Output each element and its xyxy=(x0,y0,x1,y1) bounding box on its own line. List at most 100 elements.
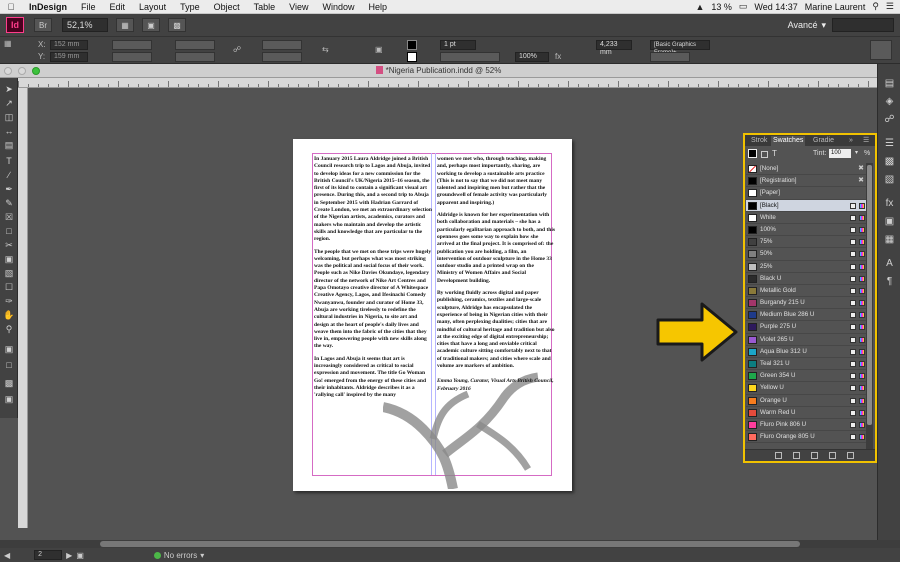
menu-window[interactable]: Window xyxy=(315,2,361,12)
swatch-row[interactable]: Teal 321 U xyxy=(746,358,866,371)
next-page-icon[interactable]: ▶ xyxy=(66,551,72,560)
delete-swatch-icon[interactable] xyxy=(847,452,854,459)
height-field[interactable] xyxy=(112,52,152,62)
swatch-row[interactable]: Metallic Gold xyxy=(746,285,866,298)
swatch-row[interactable]: 25% xyxy=(746,261,866,273)
scale-x-field[interactable] xyxy=(175,40,215,50)
menu-edit[interactable]: Edit xyxy=(103,2,133,12)
apple-menu-icon[interactable]:  xyxy=(0,2,22,12)
content-collector-icon[interactable]: ▤ xyxy=(3,140,15,150)
clock[interactable]: Wed 14:37 xyxy=(754,2,797,12)
object-style-dropdown[interactable]: [Basic Graphics Frame]+ xyxy=(650,40,710,56)
opacity-field[interactable]: 100% xyxy=(515,52,549,62)
zoom-tool-icon[interactable]: ⚲ xyxy=(3,324,15,334)
arrange-documents-button[interactable]: ▩ xyxy=(168,18,186,32)
object-styles-panel-icon[interactable]: ▦ xyxy=(883,234,896,246)
collapse-panel-icon[interactable]: » xyxy=(847,136,855,146)
battery-percent[interactable]: 13 % xyxy=(711,2,732,12)
bridge-icon[interactable]: Br xyxy=(34,18,52,32)
tab-gradient[interactable]: Gradie xyxy=(811,136,836,146)
vertical-ruler[interactable] xyxy=(18,88,28,528)
swatch-row[interactable]: Burgandy 215 U xyxy=(746,297,866,310)
fitting-options[interactable] xyxy=(650,52,690,62)
menu-type[interactable]: Type xyxy=(173,2,207,12)
show-all-swatches-icon[interactable] xyxy=(775,452,782,459)
open-page-icon[interactable]: ▣ xyxy=(76,551,84,560)
battery-icon[interactable]: ▭ xyxy=(739,1,748,12)
dimension-field[interactable]: 4,233 mm xyxy=(596,40,632,56)
user-name[interactable]: Marine Laurent xyxy=(805,2,866,12)
screen-mode-icon[interactable]: ▩ xyxy=(3,378,15,388)
direct-selection-tool-icon[interactable]: ↗ xyxy=(3,98,15,108)
eyedropper-tool-icon[interactable]: ✑ xyxy=(3,296,15,306)
stroke-type-dropdown[interactable] xyxy=(440,52,500,62)
swatch-row[interactable]: Fluro Orange 805 U xyxy=(746,431,866,444)
view-options-button[interactable]: ▦ xyxy=(116,18,134,32)
layers-panel-icon[interactable]: ◈ xyxy=(883,96,896,108)
tint-dropdown-icon[interactable]: ▾ xyxy=(855,149,858,156)
stroke-panel-icon[interactable]: ☰ xyxy=(883,138,896,150)
swatch-row[interactable]: 75% xyxy=(746,236,866,249)
width-field[interactable] xyxy=(112,40,152,50)
scroll-thumb[interactable] xyxy=(100,541,800,547)
swatch-row[interactable]: Medium Blue 286 U xyxy=(746,309,866,322)
swatch-list-scrollbar[interactable] xyxy=(866,163,873,451)
swatch-library-icon[interactable] xyxy=(793,452,800,459)
menu-object[interactable]: Object xyxy=(207,2,247,12)
page-tool-icon[interactable]: ◫ xyxy=(3,112,15,122)
zoom-level-field[interactable]: 52,1% xyxy=(62,18,108,32)
tab-stroke[interactable]: Strok xyxy=(749,136,769,146)
horizontal-ruler[interactable] xyxy=(18,78,877,88)
new-swatch-icon[interactable] xyxy=(829,452,836,459)
pages-panel-icon[interactable]: ▤ xyxy=(883,78,896,90)
stroke-swatch[interactable] xyxy=(407,52,417,62)
document-page[interactable]: In January 2015 Laura Aldridge joined a … xyxy=(293,139,572,491)
shear-field[interactable] xyxy=(262,52,302,62)
effects-panel-icon[interactable]: fx xyxy=(883,198,896,210)
swatch-row[interactable]: [Paper] xyxy=(746,187,866,200)
notification-center-icon[interactable]: ☰ xyxy=(886,1,894,12)
document-tab[interactable]: *Nigeria Publication.indd @ 52% xyxy=(0,66,877,75)
text-frame-column-1[interactable]: In January 2015 Laura Aldridge joined a … xyxy=(314,156,432,405)
fill-stroke-proxy-icon[interactable] xyxy=(748,149,757,158)
menu-table[interactable]: Table xyxy=(247,2,283,12)
rectangle-tool-icon[interactable]: □ xyxy=(3,226,15,236)
tab-swatches[interactable]: Swatches xyxy=(771,136,806,146)
swatch-row[interactable]: [None] ✖ xyxy=(746,163,866,176)
note-tool-icon[interactable]: ☐ xyxy=(3,282,15,292)
type-tool-icon[interactable]: T xyxy=(3,156,15,166)
constrain-proportions-icon[interactable]: ☍ xyxy=(233,45,241,54)
rotation-field[interactable] xyxy=(262,40,302,50)
selection-tool-icon[interactable]: ➤ xyxy=(3,84,15,94)
horizontal-scrollbar[interactable] xyxy=(0,540,900,548)
paragraph-panel-icon[interactable]: ¶ xyxy=(883,276,896,288)
tint-field[interactable]: 100 xyxy=(829,149,851,158)
fill-swatch[interactable] xyxy=(407,40,417,50)
menu-help[interactable]: Help xyxy=(362,2,395,12)
workspace-switcher[interactable]: Avancé ▾ xyxy=(788,20,826,31)
pen-tool-icon[interactable]: ✒ xyxy=(3,184,15,194)
fx-icon[interactable]: fx xyxy=(555,52,561,61)
fill-stroke-icon[interactable]: ▣ xyxy=(3,344,15,354)
swatch-row[interactable]: Purple 275 U xyxy=(746,321,866,334)
gradient-panel-icon[interactable]: ▧ xyxy=(883,174,896,186)
swatch-row[interactable]: Orange U xyxy=(746,395,866,407)
swatch-row[interactable]: Green 354 U xyxy=(746,370,866,383)
scissors-tool-icon[interactable]: ✂ xyxy=(3,240,15,250)
character-panel-icon[interactable]: A xyxy=(883,258,896,270)
preflight-status[interactable]: No errors ▾ xyxy=(153,551,204,560)
scroll-thumb[interactable] xyxy=(867,165,872,425)
swatch-row[interactable]: White xyxy=(746,212,866,224)
spotlight-icon[interactable]: ⚲ xyxy=(872,1,879,12)
pencil-tool-icon[interactable]: ✎ xyxy=(3,198,15,208)
screen-mode-button[interactable]: ▣ xyxy=(142,18,160,32)
select-container-icon[interactable]: ▣ xyxy=(375,45,383,54)
formatting-container-icon[interactable] xyxy=(761,151,768,158)
panel-menu-icon[interactable]: ☰ xyxy=(861,136,871,146)
text-wrap-panel-icon[interactable]: ▣ xyxy=(883,216,896,228)
swatch-row[interactable]: Warm Red U xyxy=(746,407,866,419)
gap-tool-icon[interactable]: ↔ xyxy=(3,126,15,136)
swatch-row[interactable]: [Black] xyxy=(746,199,866,212)
swatch-row[interactable]: 50% xyxy=(746,248,866,261)
hand-tool-icon[interactable]: ✋ xyxy=(3,310,15,320)
